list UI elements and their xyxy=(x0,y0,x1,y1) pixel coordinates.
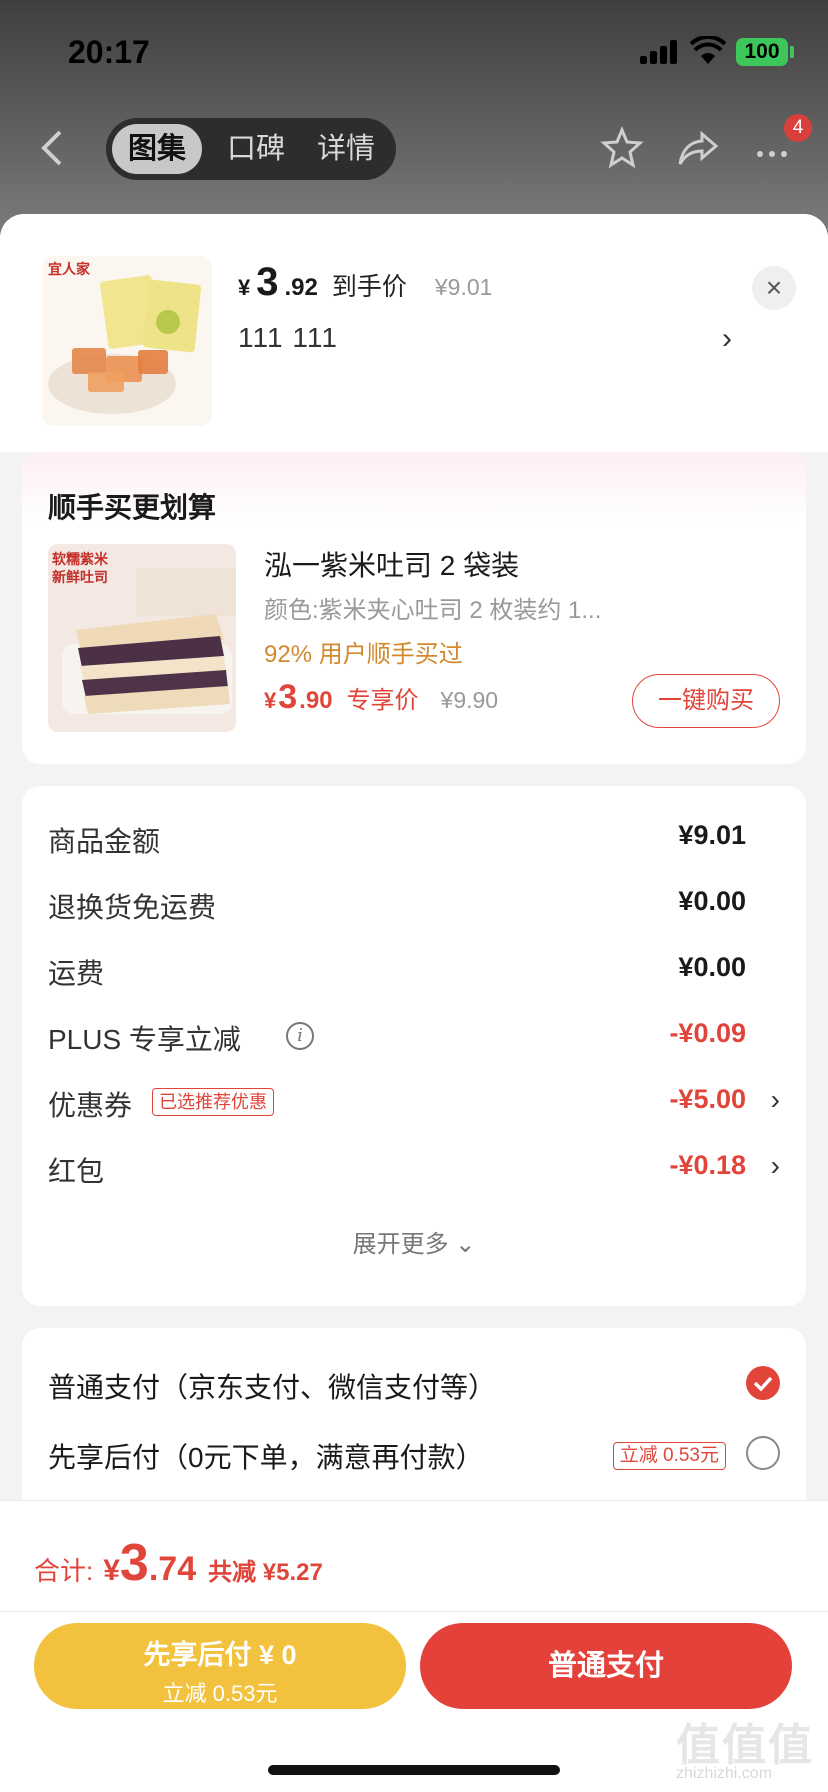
tab-details[interactable]: 详情 xyxy=(306,124,386,174)
original-price: ¥9.01 xyxy=(434,274,493,300)
close-button[interactable]: × xyxy=(752,266,796,310)
payment-option-pay-later[interactable]: 先享后付（0元下单，满意再付款） 立减 0.53元 xyxy=(48,1434,780,1478)
cost-breakdown-card: 商品金额 ¥9.01 退换货免运费 ¥0.00 运费 ¥0.00 PLUS 专享… xyxy=(22,786,806,1306)
recommend-title: 顺手买更划算 xyxy=(48,492,217,523)
status-time: 20:17 xyxy=(68,34,150,70)
cost-row-return-shipping: 退换货免运费 ¥0.00 xyxy=(48,886,746,923)
payment-option-normal[interactable]: 普通支付（京东支付、微信支付等） xyxy=(48,1364,780,1408)
watermark: 值值值 xyxy=(676,1721,814,1770)
price-integer: 3 xyxy=(256,260,279,304)
one-click-buy-button[interactable]: 一键购买 xyxy=(632,674,780,728)
cost-row-plus-discount: PLUS 专享立减 i -¥0.09 xyxy=(48,1018,746,1055)
recommend-buy-rate: 92% 用户顺手买过 xyxy=(264,641,463,668)
recommend-card: 顺手买更划算 软糯紫米 新鲜吐司 泓一紫米吐司 2 袋装 颜色:紫米夹心吐司 2… xyxy=(22,452,806,764)
star-icon[interactable] xyxy=(600,126,644,170)
product-header: 宜人家 ¥ 3 .92 到手价 ¥9.01 111 111 › × xyxy=(0,214,828,452)
cost-row-shipping: 运费 ¥0.00 xyxy=(48,952,746,989)
expand-more-link[interactable]: 展开更多 ⌄ xyxy=(22,1224,806,1259)
selected-spec[interactable]: 111 111 xyxy=(238,322,338,354)
signal-icon xyxy=(640,40,680,64)
battery-icon: 100 xyxy=(736,38,788,66)
price-decimal: .92 xyxy=(284,274,318,301)
tab-gallery[interactable]: 图集 xyxy=(112,124,202,174)
checkout-footer: 合计: ¥ 3 .74 共减 ¥5.27 先享后付 ¥ 0 立减 0.53元 普… xyxy=(0,1500,828,1792)
chevron-right-icon[interactable]: › xyxy=(771,1084,780,1116)
cost-row-red-packet[interactable]: 红包 -¥0.18 › xyxy=(48,1150,780,1190)
unchecked-radio-icon[interactable] xyxy=(746,1436,780,1470)
segment-tabs: 图集 口碑 详情 xyxy=(106,118,396,180)
currency-symbol: ¥ xyxy=(238,275,251,300)
top-nav: 图集 口碑 详情 4 xyxy=(0,110,828,186)
share-icon[interactable] xyxy=(676,126,720,170)
normal-pay-button[interactable]: 普通支付 xyxy=(420,1623,792,1709)
pay-later-button[interactable]: 先享后付 ¥ 0 立减 0.53元 xyxy=(34,1623,406,1709)
checked-radio-icon[interactable] xyxy=(746,1366,780,1400)
payment-method-card: 普通支付（京东支付、微信支付等） 先享后付（0元下单，满意再付款） 立减 0.5… xyxy=(22,1328,806,1518)
svg-text:宜人家: 宜人家 xyxy=(48,261,91,277)
watermark-url: zhizhizhi.com xyxy=(676,1765,773,1782)
total-savings: 共减 ¥5.27 xyxy=(208,1559,323,1586)
tab-reviews[interactable]: 口碑 xyxy=(216,124,296,174)
coupon-recommended-tag: 已选推荐优惠 xyxy=(152,1088,274,1116)
product-thumbnail: 宜人家 xyxy=(42,256,212,426)
notification-badge: 4 xyxy=(784,114,812,142)
price-label: 到手价 xyxy=(331,273,407,301)
cost-row-subtotal: 商品金额 ¥9.01 xyxy=(48,820,746,857)
chevron-right-icon[interactable]: › xyxy=(771,1150,780,1182)
cost-row-coupon[interactable]: 优惠券 已选推荐优惠 -¥5.00 › xyxy=(48,1084,780,1124)
info-icon[interactable]: i xyxy=(286,1022,314,1050)
image-text: 软糯紫米 新鲜吐司 xyxy=(52,551,108,585)
recommend-price: ¥ 3 .90 专享价 ¥9.90 xyxy=(264,678,499,716)
back-icon[interactable] xyxy=(38,128,68,168)
order-total: 合计: ¥ 3 .74 共减 ¥5.27 xyxy=(34,1534,323,1592)
recommend-product-name[interactable]: 泓一紫米吐司 2 袋装 xyxy=(264,544,519,584)
status-bar: 20:17 100 xyxy=(0,0,828,100)
chevron-right-icon[interactable]: › xyxy=(722,322,732,356)
home-indicator[interactable] xyxy=(268,1765,560,1775)
discount-tag: 立减 0.53元 xyxy=(612,1442,726,1470)
recommend-product-attr: 颜色:紫米夹心吐司 2 枚装约 1... xyxy=(264,597,602,624)
wifi-icon xyxy=(690,36,726,64)
product-price: ¥ 3 .92 到手价 ¥9.01 xyxy=(238,260,492,310)
recommend-product-image[interactable]: 软糯紫米 新鲜吐司 xyxy=(48,544,236,732)
